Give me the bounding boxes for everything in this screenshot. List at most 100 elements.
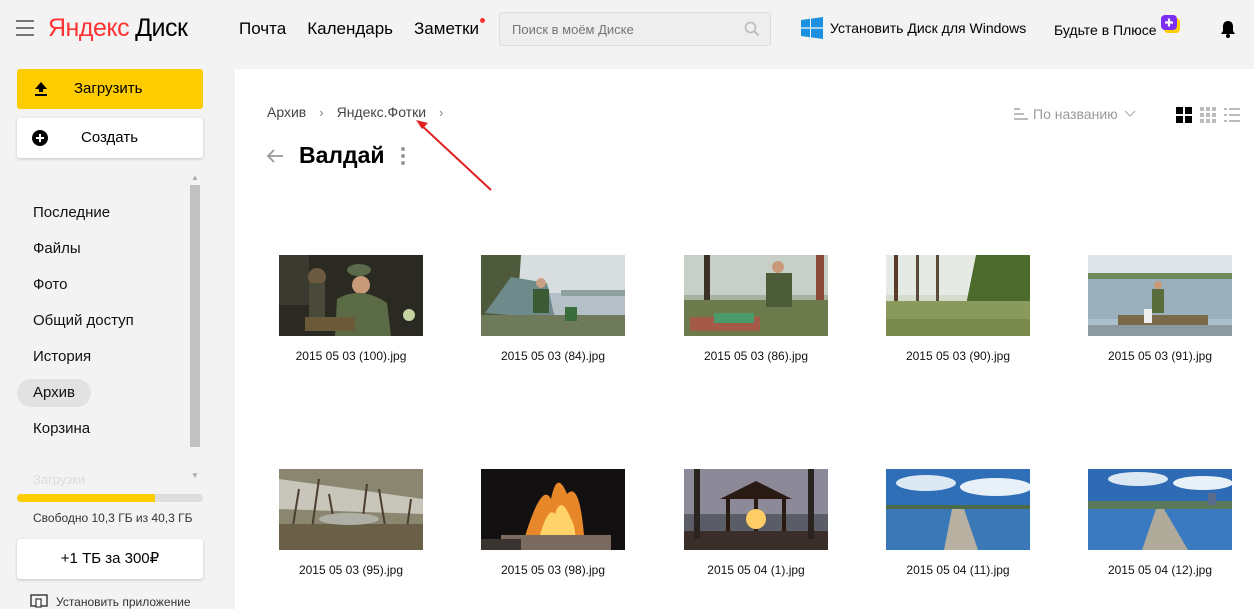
storage-text: Свободно 10,3 ГБ из 40,3 ГБ — [33, 511, 193, 525]
sidebar-item-label: Архив — [17, 379, 92, 407]
file-name: 2015 05 03 (95).jpg — [298, 563, 404, 577]
photo-thumbnail[interactable] — [684, 255, 828, 336]
file-name: 2015 05 04 (12).jpg — [1107, 563, 1213, 577]
more-options-icon[interactable] — [400, 146, 405, 165]
file-tile[interactable]: 2015 05 03 (91).jpg — [1088, 255, 1234, 363]
file-tile[interactable]: 2015 05 03 (95).jpg — [279, 469, 425, 577]
sidebar-item-shared[interactable]: Общий доступ — [17, 305, 187, 341]
scroll-down-icon[interactable]: ▼ — [191, 471, 199, 480]
search-input[interactable] — [500, 13, 730, 45]
nav-calendar[interactable]: Календарь — [307, 19, 393, 39]
sidebar-scrollbar[interactable]: ▲ ▼ — [188, 173, 202, 483]
storage-bar-fill — [17, 494, 155, 502]
sidebar: Загрузить Создать Последние Файлы Фото О… — [0, 60, 220, 609]
windows-icon — [801, 17, 823, 39]
sidebar-item-archive[interactable]: Архив — [17, 377, 187, 413]
file-name: 2015 05 03 (86).jpg — [703, 349, 809, 363]
sidebar-item-label: Файлы — [33, 240, 81, 257]
photo-thumbnail[interactable] — [481, 255, 625, 336]
install-app-link[interactable]: Установить приложение — [30, 594, 191, 609]
view-list-icon[interactable] — [1224, 107, 1240, 123]
upload-button[interactable]: Загрузить — [17, 69, 203, 109]
menu-icon[interactable] — [16, 20, 34, 36]
view-small-tiles-icon[interactable] — [1200, 107, 1216, 123]
search-box — [499, 12, 771, 46]
sort-icon — [1014, 108, 1028, 120]
nav-notes[interactable]: Заметки — [414, 18, 486, 39]
install-windows-link[interactable]: Установить Диск для Windows — [801, 17, 1026, 39]
nav-mail[interactable]: Почта — [239, 19, 286, 39]
view-switcher — [1176, 107, 1240, 123]
sidebar-item-history[interactable]: История — [17, 341, 187, 377]
back-arrow-icon[interactable] — [265, 146, 285, 166]
file-name: 2015 05 03 (98).jpg — [500, 563, 606, 577]
photo-thumbnail[interactable] — [886, 255, 1030, 336]
breadcrumb: Архив › Яндекс.Фотки › — [267, 104, 456, 120]
plus-icon — [1160, 15, 1180, 33]
breadcrumb-item-yandex-fotki[interactable]: Яндекс.Фотки — [337, 104, 426, 120]
photo-thumbnail[interactable] — [279, 255, 423, 336]
photo-thumbnail[interactable] — [684, 469, 828, 550]
photo-thumbnail[interactable] — [481, 469, 625, 550]
storage-bar — [17, 494, 203, 502]
upgrade-button[interactable]: +1 ТБ за 300₽ — [17, 539, 203, 579]
install-windows-label: Установить Диск для Windows — [830, 20, 1027, 36]
plus-label: Будьте в Плюсе — [1054, 22, 1157, 38]
file-tile[interactable]: 2015 05 03 (98).jpg — [481, 469, 627, 577]
main-content: Архив › Яндекс.Фотки › Валдай По названи… — [235, 69, 1254, 609]
upload-icon — [35, 82, 47, 96]
photo-thumbnail[interactable] — [886, 469, 1030, 550]
file-tile[interactable]: 2015 05 03 (90).jpg — [886, 255, 1032, 363]
bell-icon[interactable] — [1220, 20, 1236, 38]
page-title: Валдай — [299, 142, 385, 168]
install-app-label: Установить приложение — [56, 595, 191, 609]
file-name: 2015 05 03 (100).jpg — [295, 349, 407, 363]
notification-dot-icon — [480, 18, 486, 23]
create-label: Создать — [81, 129, 139, 146]
sidebar-item-trash[interactable]: Корзина — [17, 413, 187, 449]
file-tile[interactable]: 2015 05 03 (84).jpg — [481, 255, 627, 363]
file-tile[interactable]: 2015 05 03 (100).jpg — [279, 255, 425, 363]
file-name: 2015 05 04 (1).jpg — [707, 563, 805, 577]
top-nav: Почта Календарь Заметки — [239, 18, 500, 39]
chevron-down-icon — [1124, 110, 1136, 117]
title-row: Валдай — [265, 142, 405, 169]
create-button[interactable]: Создать — [17, 118, 203, 158]
header: ЯндексДиск Почта Календарь Заметки Устан… — [0, 0, 1254, 60]
sort-label: По названию — [1033, 106, 1118, 122]
search-icon[interactable] — [744, 21, 760, 37]
file-name: 2015 05 03 (84).jpg — [500, 349, 606, 363]
device-icon — [30, 594, 48, 608]
sidebar-item-label: Последние — [33, 204, 111, 221]
chevron-right-icon: › — [439, 104, 444, 120]
file-name: 2015 05 03 (90).jpg — [905, 349, 1011, 363]
sidebar-item-recent[interactable]: Последние — [17, 197, 187, 233]
photo-thumbnail[interactable] — [1088, 469, 1232, 550]
file-name: 2015 05 04 (11).jpg — [906, 563, 1010, 577]
photo-thumbnail[interactable] — [1088, 255, 1232, 336]
sidebar-item-photo[interactable]: Фото — [17, 269, 187, 305]
plus-circle-icon — [32, 130, 48, 146]
sidebar-nav: Последние Файлы Фото Общий доступ Истори… — [17, 197, 187, 449]
file-tile[interactable]: 2015 05 04 (12).jpg — [1088, 469, 1234, 577]
sidebar-item-label: История — [33, 348, 92, 365]
file-tile[interactable]: 2015 05 04 (11).jpg — [886, 469, 1032, 577]
file-tile[interactable]: 2015 05 03 (86).jpg — [684, 255, 830, 363]
scrollbar-thumb[interactable] — [190, 185, 200, 447]
plus-promo[interactable]: Будьте в Плюсе — [1054, 15, 1182, 40]
breadcrumb-item-archive[interactable]: Архив — [267, 104, 306, 120]
logo-disk: Диск — [135, 14, 188, 42]
scroll-up-icon[interactable]: ▲ — [191, 173, 199, 182]
sort-dropdown[interactable]: По названию — [1014, 106, 1141, 122]
view-large-tiles-icon[interactable] — [1176, 107, 1192, 123]
sidebar-item-files[interactable]: Файлы — [17, 233, 187, 269]
photo-thumbnail[interactable] — [279, 469, 423, 550]
sidebar-item-downloads[interactable]: Загрузки — [33, 472, 85, 487]
sidebar-item-label: Корзина — [33, 420, 91, 437]
nav-notes-label: Заметки — [414, 19, 480, 38]
chevron-right-icon: › — [319, 104, 324, 120]
logo[interactable]: Яндекс Диск — [48, 14, 188, 43]
file-tile[interactable]: 2015 05 04 (1).jpg — [684, 469, 830, 577]
upload-label: Загрузить — [74, 80, 143, 97]
sidebar-item-label: Фото — [33, 276, 68, 293]
